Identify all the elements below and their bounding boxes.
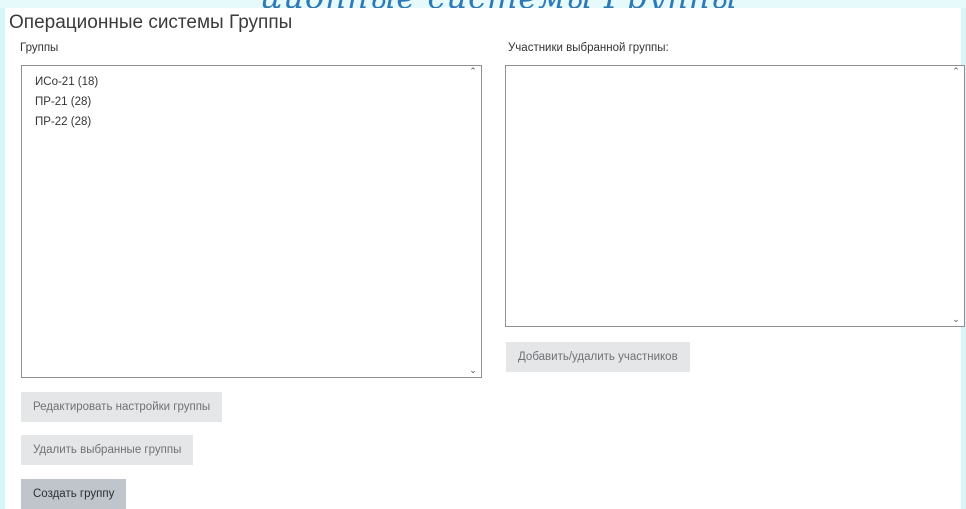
members-label: Участники выбранной группы: bbox=[508, 42, 669, 54]
members-listbox[interactable]: ⌃ ⌄ bbox=[505, 65, 965, 327]
group-option[interactable]: ПР-21 (28) bbox=[35, 96, 91, 108]
add-remove-members-button[interactable]: Добавить/удалить участников bbox=[506, 342, 690, 372]
delete-selected-groups-button[interactable]: Удалить выбранные группы bbox=[21, 435, 194, 465]
left-frame-border bbox=[0, 0, 5, 509]
groups-listbox[interactable]: ИСо-21 (18) ПР-21 (28) ПР-22 (28) ⌃ ⌄ bbox=[21, 65, 482, 378]
edit-group-settings-button[interactable]: Редактировать настройки группы bbox=[21, 392, 223, 422]
banner-text: ционные системы Группы bbox=[260, 0, 738, 8]
page-title: Операционные системы Группы bbox=[9, 12, 293, 33]
cut-off-banner: ционные системы Группы bbox=[0, 0, 966, 8]
create-group-button[interactable]: Создать группу bbox=[21, 479, 127, 509]
group-option[interactable]: ПР-22 (28) bbox=[35, 116, 91, 128]
chevron-down-icon[interactable]: ⌄ bbox=[468, 366, 478, 376]
chevron-up-icon[interactable]: ⌃ bbox=[468, 67, 478, 77]
chevron-up-icon[interactable]: ⌃ bbox=[951, 67, 961, 77]
group-option[interactable]: ИСо-21 (18) bbox=[35, 76, 98, 88]
chevron-down-icon[interactable]: ⌄ bbox=[951, 315, 961, 325]
groups-label: Группы bbox=[20, 42, 59, 54]
